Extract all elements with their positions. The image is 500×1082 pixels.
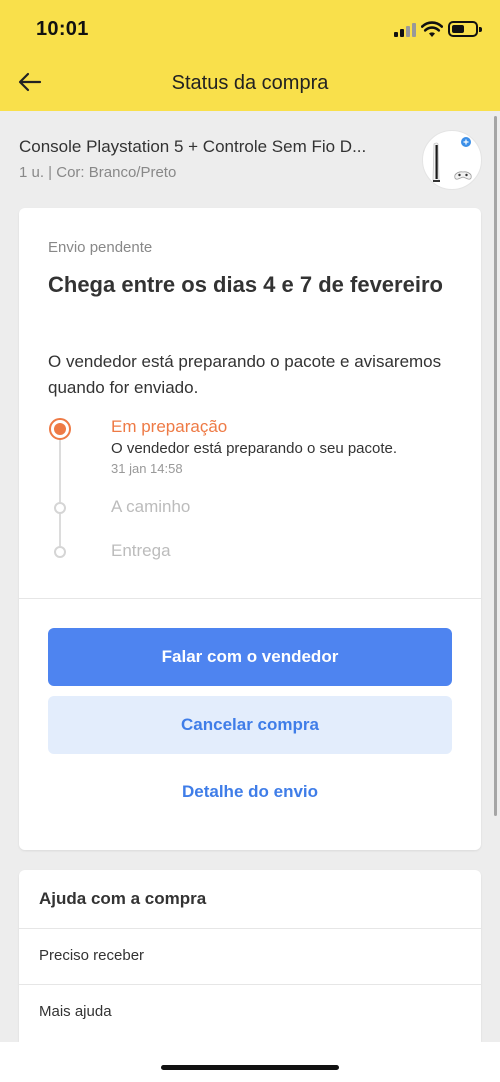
shipment-card: Envio pendente Chega entre os dias 4 e 7… (19, 208, 481, 850)
status-bar: 10:01 (0, 0, 500, 60)
help-title: Ajuda com a compra (39, 889, 207, 908)
wifi-icon (421, 21, 443, 37)
help-section: Ajuda com a compra Preciso receber Mais … (19, 870, 481, 1042)
timeline-dot (54, 546, 66, 558)
product-image (422, 130, 482, 190)
timeline-line (59, 436, 61, 554)
contact-seller-button[interactable]: Falar com o vendedor (48, 628, 452, 686)
step-preparing-time: 31 jan 14:58 (111, 461, 183, 476)
product-name: Console Playstation 5 + Controle Sem Fio… (19, 137, 367, 156)
timeline-dot (54, 502, 66, 514)
timeline-active-dot (49, 418, 71, 440)
help-item-label: Preciso receber (39, 947, 145, 964)
step-delivery-title: Entrega (111, 541, 171, 560)
scrollbar[interactable] (494, 116, 497, 816)
cancel-purchase-button[interactable]: Cancelar compra (48, 696, 452, 754)
shipment-status-label: Envio pendente (48, 239, 153, 256)
shipment-details-link[interactable]: Detalhe do envio (48, 774, 452, 810)
step-preparing-description: O vendedor está preparando o seu pacote. (111, 440, 398, 457)
step-preparing-title: Em preparação (111, 417, 228, 436)
help-item-label: Mais ajuda (39, 1003, 112, 1020)
bottom-safe-area (0, 1042, 500, 1082)
battery-icon (448, 21, 482, 37)
product-summary[interactable]: Console Playstation 5 + Controle Sem Fio… (0, 111, 500, 207)
status-time: 10:01 (36, 18, 89, 40)
delivery-estimate: Chega entre os dias 4 e 7 de fevereiro (48, 272, 443, 297)
shipment-description: O vendedor está preparando o pacote e av… (48, 352, 442, 397)
page-title: Status da compra (171, 72, 329, 94)
help-item-need-receive[interactable]: Preciso receber (19, 928, 481, 984)
home-indicator[interactable] (161, 1065, 339, 1070)
app-header: 10:01 Status da compra (0, 0, 500, 111)
divider (19, 598, 481, 599)
cellular-signal-icon (394, 23, 418, 37)
help-item-more-help[interactable]: Mais ajuda (19, 984, 481, 1040)
product-meta: 1 u. | Cor: Branco/Preto (19, 164, 177, 181)
step-in-transit-title: A caminho (111, 497, 191, 516)
